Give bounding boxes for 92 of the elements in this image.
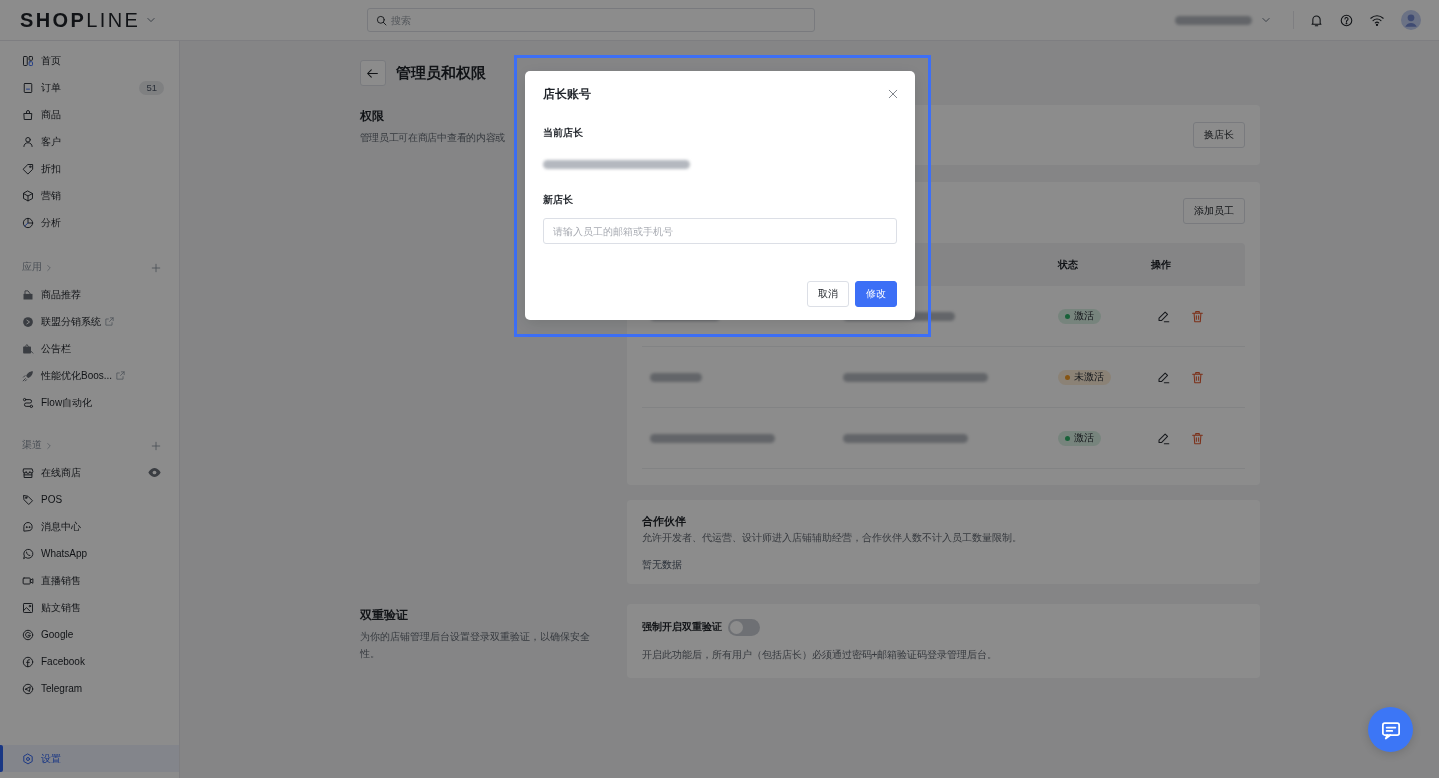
phone-bubble-icon xyxy=(22,547,34,560)
rocket-icon xyxy=(22,369,34,382)
nav-item[interactable]: 在线商店 xyxy=(0,459,179,486)
close-icon[interactable] xyxy=(888,89,898,99)
nav-item[interactable]: 性能优化Boos... xyxy=(0,362,179,389)
toggle-label: 强制开启双重验证 xyxy=(641,620,722,634)
person-icon xyxy=(22,135,34,148)
card-description: 允许开发者、代运营、设计师进入店铺辅助经营，合作伙伴人数不计入员工数量限制。 xyxy=(641,531,1023,545)
board-icon xyxy=(22,342,34,355)
nav-item[interactable]: 商品 xyxy=(0,101,179,128)
status-text: 激活 xyxy=(1073,431,1094,445)
chevron-down-icon[interactable] xyxy=(146,15,157,25)
round-app-icon xyxy=(22,315,34,328)
dashboard-icon xyxy=(22,54,34,67)
nav-item[interactable]: 贴文销售 xyxy=(0,594,179,621)
section-title: 双重验证 xyxy=(359,608,409,622)
section-description: 管理员工可在商店中查看的内容或 xyxy=(359,131,505,145)
nav-item[interactable]: 设置 xyxy=(0,745,179,772)
nav-item[interactable]: 公告栏 xyxy=(0,335,179,362)
card-title: 合作伙伴 xyxy=(641,514,687,529)
package-icon xyxy=(22,288,34,301)
nav-item[interactable]: 联盟分销系统 xyxy=(0,308,179,335)
chevron-right-icon xyxy=(45,441,53,450)
circle-f-icon xyxy=(22,655,34,668)
section-description: 为你的店铺管理后台设置登录双重验证，以确保安全性。 xyxy=(359,630,591,661)
bell-icon[interactable] xyxy=(1310,13,1323,27)
storefront-icon xyxy=(22,466,34,479)
blurred-text xyxy=(649,373,702,383)
trash-icon[interactable] xyxy=(1190,370,1204,384)
pencil-icon[interactable] xyxy=(1156,309,1170,323)
empty-text: 暂无数据 xyxy=(641,558,683,572)
nav-item[interactable]: 直播销售 xyxy=(0,567,179,594)
nav-item[interactable]: 订单 51 xyxy=(0,74,179,101)
status-text: 未激活 xyxy=(1073,370,1104,384)
modal-backdrop[interactable] xyxy=(0,0,1439,778)
search-icon xyxy=(376,14,387,26)
nav-item[interactable]: POS xyxy=(0,486,179,513)
card-description: 开启此功能后，所有用户（包括店长）必须通过密码+邮箱验证码登录管理后台。 xyxy=(641,648,999,662)
nav-item[interactable]: 客户 xyxy=(0,128,179,155)
column-header: 操作 xyxy=(1150,258,1171,270)
section-title: 权限 xyxy=(359,109,385,123)
pencil-icon[interactable] xyxy=(1156,370,1170,384)
image-icon xyxy=(22,601,34,614)
nav-item[interactable]: Flow自动化 xyxy=(0,389,179,416)
help-icon[interactable] xyxy=(1340,13,1353,27)
field-label: 当前店长 xyxy=(543,126,584,140)
nav-item[interactable]: Telegram xyxy=(0,675,179,702)
video-camera-icon xyxy=(22,574,34,587)
document-icon xyxy=(22,81,34,94)
field-label: 新店长 xyxy=(543,193,574,207)
tag-icon xyxy=(22,162,34,175)
logo[interactable]: SHOPLINE xyxy=(20,9,141,31)
trash-icon[interactable] xyxy=(1190,431,1204,445)
chevron-right-icon xyxy=(45,263,53,272)
nav-item[interactable]: 折扣 xyxy=(0,155,179,182)
wifi-icon[interactable] xyxy=(1370,13,1384,27)
page-title: 管理员和权限 xyxy=(395,64,486,83)
pencil-icon[interactable] xyxy=(1156,431,1170,445)
back-button[interactable] xyxy=(359,60,386,86)
change-owner-button[interactable]: 换店长 xyxy=(1192,122,1245,148)
avatar-icon[interactable] xyxy=(1401,10,1421,30)
chat-bubble-icon xyxy=(22,520,34,533)
nav-item[interactable]: 营销 xyxy=(0,182,179,209)
nav-item[interactable]: Google xyxy=(0,621,179,648)
nav-item[interactable]: 消息中心 xyxy=(0,513,179,540)
nav-item[interactable]: Facebook xyxy=(0,648,179,675)
settings-icon xyxy=(22,752,34,765)
message-icon xyxy=(1380,719,1401,740)
toggle-switch[interactable] xyxy=(727,618,760,636)
circle-g-icon xyxy=(22,628,34,641)
paper-plane-icon xyxy=(22,682,34,695)
chevron-down-icon[interactable] xyxy=(1261,15,1271,25)
status-text: 激活 xyxy=(1073,309,1094,323)
add-staff-button[interactable]: 添加员工 xyxy=(1182,198,1245,224)
nav-item[interactable]: 首页 xyxy=(0,47,179,74)
nav-item[interactable]: WhatsApp xyxy=(0,540,179,567)
cube-icon xyxy=(22,189,34,202)
nav-item[interactable]: 分析 xyxy=(0,209,179,236)
column-header: 状态 xyxy=(1057,258,1078,270)
dialog-title: 店长账号 xyxy=(543,86,591,102)
arrow-left-icon xyxy=(366,66,379,80)
shopping-bag-icon xyxy=(22,108,34,121)
flow-icon xyxy=(22,396,34,409)
pie-chart-icon xyxy=(22,216,34,229)
trash-icon[interactable] xyxy=(1190,309,1204,323)
eye-icon[interactable] xyxy=(148,466,161,479)
cancel-button[interactable]: 取消 xyxy=(807,281,849,307)
price-tag-icon xyxy=(22,493,34,506)
nav-item[interactable]: 商品推荐 xyxy=(0,281,179,308)
count-badge: 51 xyxy=(139,80,164,95)
input-field[interactable]: 请输入员工的邮箱或手机号 xyxy=(543,218,897,244)
confirm-button[interactable]: 修改 xyxy=(855,281,897,307)
